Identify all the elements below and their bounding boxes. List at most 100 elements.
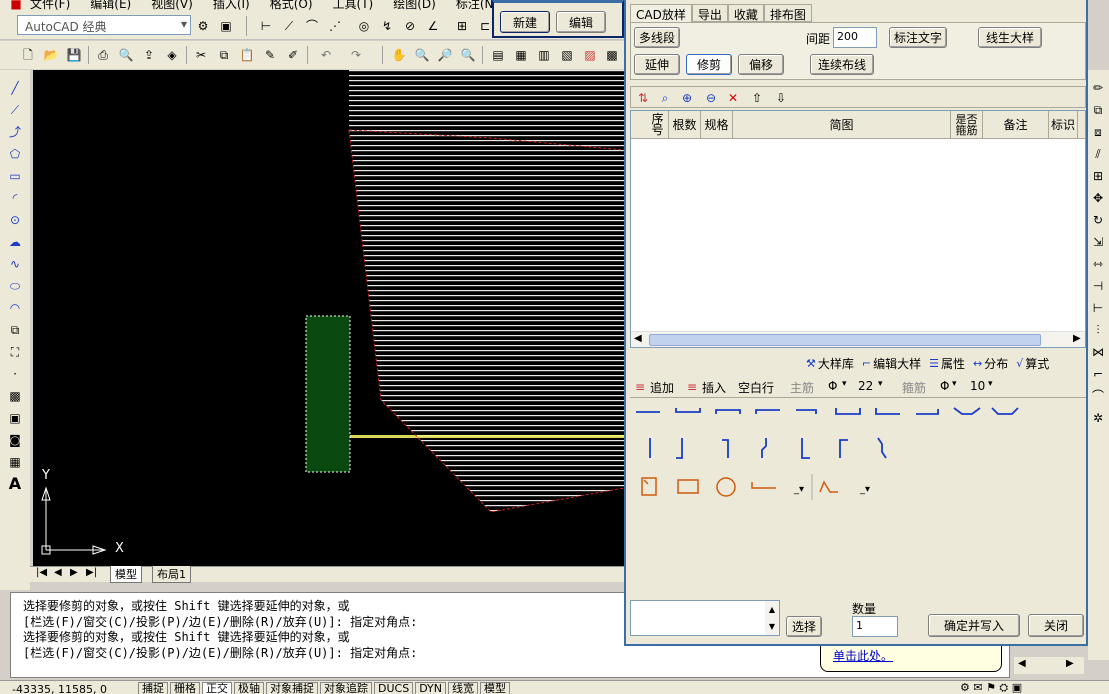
revision-cloud-icon[interactable]: ☁ xyxy=(7,234,23,250)
close-button[interactable]: 关闭 xyxy=(1028,614,1084,637)
menu-item-6[interactable]: 绘图(D) xyxy=(393,0,436,10)
point-icon[interactable]: · xyxy=(7,366,23,382)
arc-icon[interactable]: ◜ xyxy=(7,190,23,206)
zoom-realtime-icon[interactable]: 🔍 xyxy=(414,47,430,63)
lib-tab-2[interactable]: ☰ 属性 xyxy=(929,354,965,372)
shape-more-2[interactable]: _▾ xyxy=(859,484,870,495)
arc-length-icon[interactable]: ⌒ xyxy=(304,18,320,34)
shape-vert-crank[interactable] xyxy=(761,438,767,458)
shape-trapezoid[interactable] xyxy=(991,407,1019,415)
region-icon[interactable]: ◙ xyxy=(7,432,23,448)
panel-tab-0[interactable]: CAD放样 xyxy=(630,4,692,22)
lib-tab-1[interactable]: ⌐ 编辑大样 xyxy=(862,354,921,372)
polyline-icon[interactable]: ⤴ xyxy=(7,124,23,140)
erase-icon[interactable]: ✏ xyxy=(1090,80,1106,96)
shape-spiral[interactable] xyxy=(716,477,736,497)
panel-tab-3[interactable]: 排布图 xyxy=(763,4,812,22)
confirm-write-button[interactable]: 确定并写入 xyxy=(928,614,1020,637)
status-toggle-5[interactable]: 对象追踪 xyxy=(320,682,372,694)
blank-row-option[interactable]: 空白行 xyxy=(738,379,774,396)
tab-prev-icon[interactable]: ◀ xyxy=(54,567,62,578)
menu-item-5[interactable]: 工具(T) xyxy=(333,0,374,10)
gradient-icon[interactable]: ▣ xyxy=(7,410,23,426)
markup-icon[interactable]: ▨ xyxy=(582,47,598,63)
status-toggle-1[interactable]: 栅格 xyxy=(170,682,200,694)
stirrup-diameter-select[interactable]: 10 xyxy=(970,379,985,393)
aligned-dim-icon[interactable]: ⟋ xyxy=(281,18,297,34)
scroll-right-icon[interactable]: ▶ xyxy=(1073,333,1081,344)
menu-item-1[interactable]: 编辑(E) xyxy=(90,0,131,10)
move-down-icon[interactable]: ⇩ xyxy=(773,90,789,106)
sheet-set-icon[interactable]: ▧ xyxy=(559,47,575,63)
sort-icon[interactable]: ⇅ xyxy=(635,90,651,106)
shape-u-down[interactable] xyxy=(835,408,861,415)
main-phi-chevron-icon[interactable]: ▾ xyxy=(842,379,847,389)
generate-detail-button[interactable]: 线生大样 xyxy=(978,27,1042,48)
zoom-out-icon[interactable]: ⊖ xyxy=(703,90,719,106)
baseline-dim-icon[interactable]: ⊏ xyxy=(477,18,493,34)
rotate-icon[interactable]: ↻ xyxy=(1090,212,1106,228)
insert-option[interactable]: 插入 xyxy=(702,379,726,396)
selected-rectangle[interactable] xyxy=(305,315,351,473)
status-toggle-8[interactable]: 线宽 xyxy=(448,682,479,694)
shape-bent[interactable] xyxy=(953,407,981,415)
rectangle-icon[interactable]: ▭ xyxy=(7,168,23,184)
block-editor-icon[interactable]: ✐ xyxy=(285,47,301,63)
table-header-0[interactable]: 序号 xyxy=(647,111,669,139)
menu-item-2[interactable]: 视图(V) xyxy=(151,0,193,10)
explode-icon[interactable]: ✲ xyxy=(1090,410,1106,426)
menu-item-3[interactable]: 插入(I) xyxy=(213,0,250,10)
move-icon[interactable]: ✥ xyxy=(1090,190,1106,206)
design-center-icon[interactable]: ▦ xyxy=(513,47,529,63)
spline-icon[interactable]: ∿ xyxy=(7,256,23,272)
stirrup-phi-chevron-icon[interactable]: ▾ xyxy=(952,379,957,389)
zoom-in-icon[interactable]: ⊕ xyxy=(679,90,695,106)
redo-icon[interactable]: ↷ xyxy=(348,47,364,63)
zoom-previous-icon[interactable]: 🔍 xyxy=(460,47,476,63)
break-icon[interactable]: ⫶ xyxy=(1090,322,1106,338)
diameter-dim-icon[interactable]: ⊘ xyxy=(402,18,418,34)
tab-last-icon[interactable]: ▶| xyxy=(86,567,97,578)
radius-dim-icon[interactable]: ◎ xyxy=(356,18,372,34)
menu-item-4[interactable]: 格式(O) xyxy=(270,0,313,10)
tab-next-icon[interactable]: ▶ xyxy=(70,567,78,578)
status-toggle-6[interactable]: DUCS xyxy=(374,682,414,694)
shape-bent-up[interactable] xyxy=(819,480,838,493)
lib-tab-3[interactable]: ↔ 分布 xyxy=(973,354,1008,372)
shape-palette[interactable]: _▾ _▾ xyxy=(630,400,1086,508)
shape-hook-both[interactable] xyxy=(675,408,701,413)
shape-hook-right[interactable] xyxy=(916,409,939,415)
mirror-icon[interactable]: ⧈ xyxy=(1090,124,1106,140)
scroll-thumb[interactable] xyxy=(649,334,1041,346)
delete-icon[interactable]: ✕ xyxy=(725,90,741,106)
continuous-route-button[interactable]: 连续布线 xyxy=(810,54,874,75)
workspace-save-icon[interactable]: ▣ xyxy=(218,18,234,34)
find-icon[interactable]: ⌕ xyxy=(657,90,673,106)
stirrup-phi-select[interactable]: Φ xyxy=(940,379,949,393)
table-header-1[interactable]: 根数 xyxy=(669,111,701,139)
table-header-2[interactable]: 规格 xyxy=(701,111,733,139)
shape-tie[interactable] xyxy=(751,482,776,489)
status-toggle-4[interactable]: 对象捕捉 xyxy=(266,682,318,694)
spacing-input[interactable]: 200 xyxy=(833,27,877,48)
stretch-icon[interactable]: ⇿ xyxy=(1090,256,1106,272)
save-icon[interactable]: 💾 xyxy=(66,47,82,63)
status-toggle-2[interactable]: 正交 xyxy=(202,682,232,694)
tray-icons[interactable]: ⚙ ✉ ⚑ ⛭ ▣ xyxy=(960,681,1022,694)
append-option[interactable]: 追加 xyxy=(650,379,674,396)
chevron-down-icon[interactable]: ▾ xyxy=(181,17,187,31)
cmd-scroll-right-icon[interactable]: ▶ xyxy=(1066,658,1074,669)
properties-icon[interactable]: ▤ xyxy=(490,47,506,63)
main-diameter-chevron-icon[interactable]: ▾ xyxy=(878,379,883,389)
trim-button[interactable]: 修剪 xyxy=(686,54,732,75)
main-phi-select[interactable]: Φ xyxy=(828,379,837,393)
shape-l-right[interactable] xyxy=(796,409,817,414)
match-properties-icon[interactable]: ✎ xyxy=(262,47,278,63)
panel-tab-2[interactable]: 收藏 xyxy=(727,4,764,22)
shape-vert-zigzag[interactable] xyxy=(877,437,887,459)
polygon-icon[interactable]: ⬠ xyxy=(7,146,23,162)
table-icon[interactable]: ▦ xyxy=(7,454,23,470)
ellipse-icon[interactable]: ⬭ xyxy=(7,278,23,294)
shape-vert-gamma[interactable] xyxy=(839,439,848,458)
notes-textarea[interactable]: ▲ ▼ xyxy=(630,600,780,636)
